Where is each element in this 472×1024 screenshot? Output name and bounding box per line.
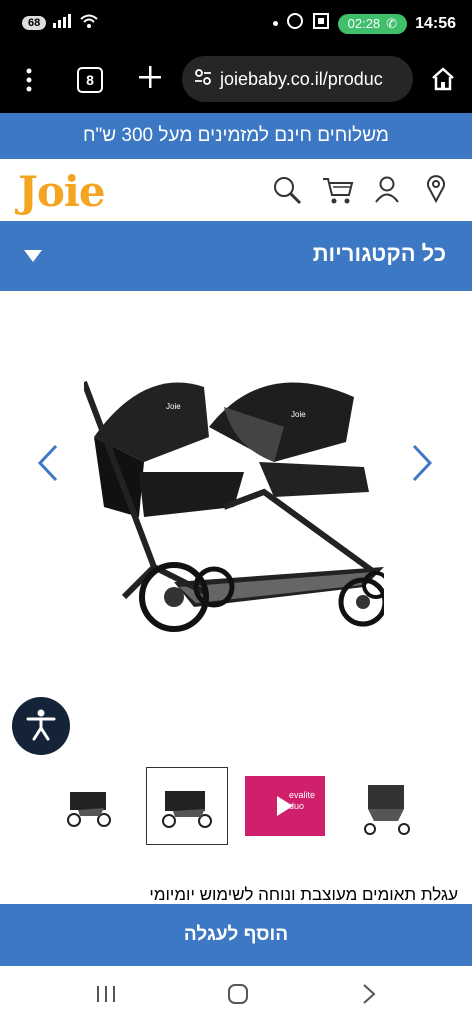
url-bar[interactable]: joiebaby.co.il/produc xyxy=(182,56,413,102)
battery-indicator: 68 xyxy=(22,15,47,30)
recents-icon[interactable] xyxy=(96,985,116,1008)
back-icon[interactable] xyxy=(362,983,376,1010)
site-logo[interactable]: Joie xyxy=(18,167,106,216)
categories-dropdown[interactable]: כל הקטגוריות xyxy=(0,221,472,291)
product-image[interactable]: Joie Joie xyxy=(84,367,384,647)
thumbnail-video[interactable]: evalite duo xyxy=(245,776,325,836)
scan-icon xyxy=(312,12,330,35)
account-icon[interactable] xyxy=(374,175,400,208)
browser-toolbar: 8 joiebaby.co.il/produc xyxy=(0,50,472,113)
svg-text:Joie: Joie xyxy=(291,410,306,419)
thumbnail-2-selected[interactable] xyxy=(146,767,228,845)
call-time: 02:28 xyxy=(347,16,381,31)
new-tab-icon[interactable] xyxy=(138,65,162,94)
status-bar: 68 02:28 ✆ 14:56 xyxy=(0,0,472,50)
video-label: evalite duo xyxy=(289,790,316,811)
add-to-cart-button[interactable]: הוסף לעגלה xyxy=(0,904,472,966)
menu-dots-icon[interactable] xyxy=(24,68,34,97)
dot-icon xyxy=(272,21,278,26)
clock: 14:56 xyxy=(415,14,456,32)
system-nav-bar xyxy=(0,966,472,1024)
call-indicator[interactable]: 02:28 ✆ xyxy=(337,13,408,34)
cart-icon[interactable] xyxy=(322,175,354,210)
promo-banner: משלוחים חינם למזמינים מעל 300 ש"ח xyxy=(0,113,472,159)
location-icon[interactable] xyxy=(426,175,446,208)
phone-icon: ✆ xyxy=(386,15,398,31)
tab-count: 8 xyxy=(86,72,94,88)
signal-icon xyxy=(52,14,74,31)
categories-label: כל הקטגוריות xyxy=(312,241,446,266)
description-text: עגלת תאומים מעוצבת ונוחה לשימוש יומיומי xyxy=(149,885,458,904)
home-nav-icon[interactable] xyxy=(227,983,249,1010)
next-arrow-icon[interactable] xyxy=(410,443,434,488)
url-text: joiebaby.co.il/produc xyxy=(220,68,383,89)
home-icon[interactable] xyxy=(430,66,456,97)
whatsapp-icon xyxy=(286,12,304,35)
accessibility-button[interactable] xyxy=(12,697,70,755)
thumbnail-4[interactable] xyxy=(346,767,426,843)
accessibility-icon xyxy=(24,707,58,746)
wifi-icon xyxy=(80,14,98,31)
svg-text:Joie: Joie xyxy=(166,402,181,411)
site-settings-icon[interactable] xyxy=(194,68,212,91)
tab-count-button[interactable]: 8 xyxy=(77,67,103,93)
chevron-down-icon xyxy=(24,250,42,262)
prev-arrow-icon[interactable] xyxy=(36,443,60,488)
thumbnail-strip: evalite duo xyxy=(0,767,472,847)
product-gallery: Joie Joie xyxy=(0,291,472,761)
search-icon[interactable] xyxy=(272,175,302,210)
site-header: Joie xyxy=(0,159,472,221)
thumbnail-1[interactable] xyxy=(50,767,130,843)
